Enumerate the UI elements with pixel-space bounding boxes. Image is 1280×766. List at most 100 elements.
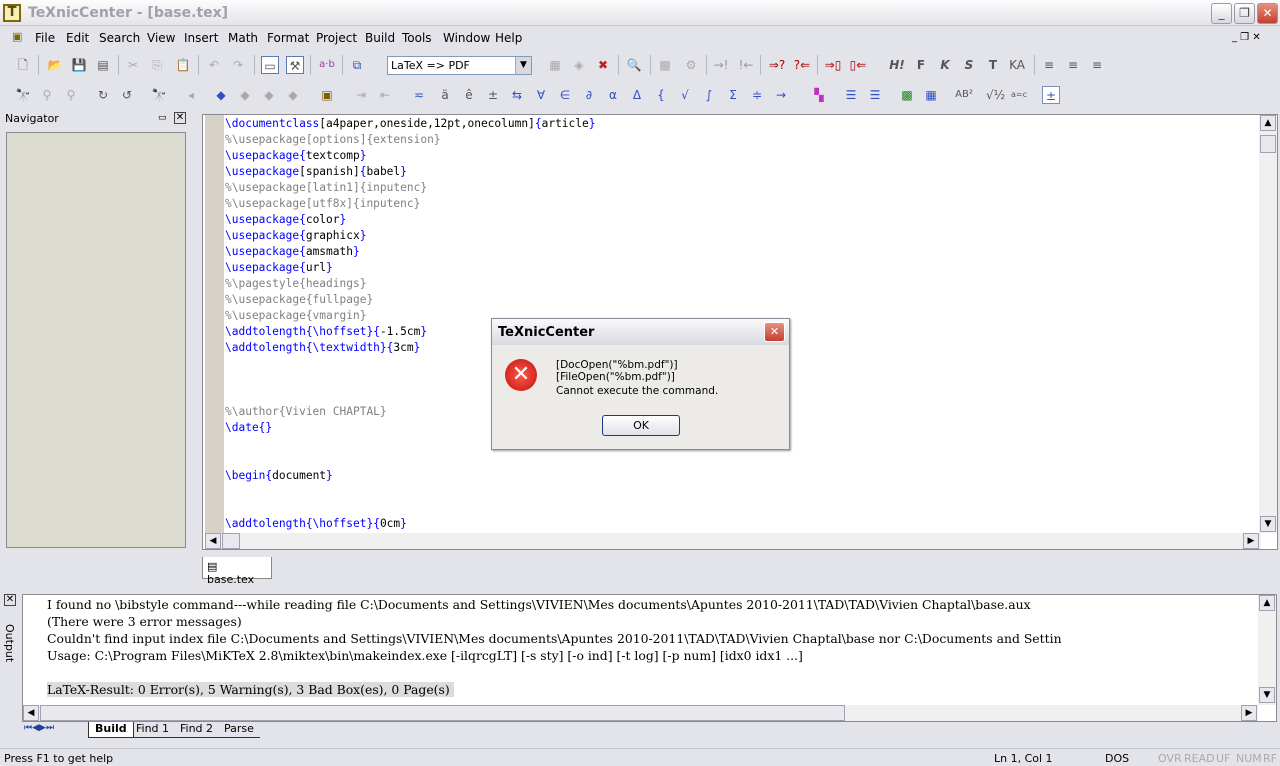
output-horizontal-scrollbar[interactable]: ◀ ▶: [23, 705, 1258, 721]
menu-window[interactable]: Window: [443, 31, 490, 45]
next-error-icon[interactable]: →!: [712, 56, 730, 74]
bookmark-icon[interactable]: ◆: [212, 86, 230, 104]
view-output-icon[interactable]: 🔍: [625, 56, 643, 74]
align-left-icon[interactable]: ≡: [1040, 56, 1058, 74]
indent-icon[interactable]: ⇥: [352, 86, 370, 104]
menu-help[interactable]: Help: [495, 31, 522, 45]
cut-icon[interactable]: ✂: [124, 56, 142, 74]
math-symbols-icon[interactable]: ±: [1042, 86, 1060, 104]
prev-error-icon[interactable]: !←: [737, 56, 755, 74]
sqrt-icon[interactable]: √½: [986, 86, 1005, 104]
tab-find-1[interactable]: Find 1: [130, 722, 176, 738]
next-warning-icon[interactable]: ⇒?: [768, 56, 786, 74]
build-icon[interactable]: ▦: [546, 56, 564, 74]
mdi-controls[interactable]: _ ❐ ✕: [1232, 32, 1261, 43]
ok-button[interactable]: OK: [602, 415, 680, 436]
toggle-navigator-icon[interactable]: ▭: [261, 56, 279, 74]
math-misc-icon[interactable]: ∀: [532, 86, 550, 104]
math-sets-icon[interactable]: ∈: [556, 86, 574, 104]
tab-parse[interactable]: Parse: [218, 722, 260, 738]
math-partial-icon[interactable]: ∂: [580, 86, 598, 104]
equation-icon[interactable]: a=c: [1010, 86, 1028, 104]
tab-base-tex[interactable]: ▤ base.tex: [202, 557, 272, 586]
menu-build[interactable]: Build: [365, 31, 395, 45]
makeindex-icon[interactable]: ⚙: [682, 56, 700, 74]
prev-badbox-icon[interactable]: ▯⇐: [849, 56, 867, 74]
align-center-icon[interactable]: ≡: [1064, 56, 1082, 74]
menu-tools[interactable]: Tools: [402, 31, 432, 45]
horizontal-scrollbar[interactable]: ◀ ▶: [205, 533, 1261, 549]
output-vertical-scrollbar[interactable]: ▲ ▼: [1258, 595, 1276, 705]
navigator-close-icon[interactable]: ✕: [174, 112, 186, 124]
math-greek-icon[interactable]: α: [604, 86, 622, 104]
bullet-list-icon[interactable]: ☰: [842, 86, 860, 104]
vertical-scrollbar[interactable]: ▲ ▼: [1259, 115, 1277, 533]
math-overarrow-icon[interactable]: →: [772, 86, 790, 104]
math-delimiters-icon[interactable]: {: [652, 86, 670, 104]
goto-icon[interactable]: ◂: [182, 86, 200, 104]
math-accent-icon[interactable]: ä: [436, 86, 454, 104]
spell-check-icon[interactable]: a·b: [318, 56, 336, 74]
prev-warning-icon[interactable]: ?⇐: [793, 56, 811, 74]
output-close-icon[interactable]: ✕: [4, 594, 16, 606]
math-relation-icon[interactable]: ≂: [410, 86, 428, 104]
tab-find-2[interactable]: Find 2: [174, 722, 220, 738]
math-integral-icon[interactable]: ∫: [700, 86, 718, 104]
menu-search[interactable]: Search: [99, 31, 140, 45]
next-bookmark-icon[interactable]: ◆: [236, 86, 254, 104]
save-all-icon[interactable]: ▤: [94, 56, 112, 74]
outdent-icon[interactable]: ⇤: [376, 86, 394, 104]
toggle-output-icon[interactable]: ⚒: [286, 56, 304, 74]
menu-view[interactable]: View: [147, 31, 175, 45]
bibtex-icon[interactable]: ▩: [656, 56, 674, 74]
save-icon[interactable]: 💾: [70, 56, 88, 74]
find-project-icon[interactable]: ▣: [318, 86, 336, 104]
format-heading-button[interactable]: H!: [888, 56, 906, 74]
math-root-icon[interactable]: √: [676, 86, 694, 104]
math-binary-icon[interactable]: ±: [484, 86, 502, 104]
output-log[interactable]: I found no \bibstyle command---while rea…: [22, 594, 1277, 722]
math-greek-upper-icon[interactable]: Δ: [628, 86, 646, 104]
math-sum-icon[interactable]: Σ: [724, 86, 742, 104]
align-right-icon[interactable]: ≡: [1088, 56, 1106, 74]
navigator-tree[interactable]: [6, 132, 186, 548]
stop-build-icon[interactable]: ✖: [594, 56, 612, 74]
format-smallcaps-button[interactable]: KA: [1006, 56, 1028, 74]
math-stack-icon[interactable]: ≑: [748, 86, 766, 104]
build-all-icon[interactable]: ◈: [570, 56, 588, 74]
find-icon[interactable]: 🔭: [14, 86, 32, 104]
prev-bookmark-icon[interactable]: ◆: [260, 86, 278, 104]
dialog-close-button[interactable]: ✕: [764, 322, 785, 342]
menu-file[interactable]: File: [35, 31, 55, 45]
copy-icon[interactable]: ⎘: [148, 56, 166, 74]
format-bold-button[interactable]: F: [912, 56, 930, 74]
menu-edit[interactable]: Edit: [66, 31, 89, 45]
close-button[interactable]: ✕: [1257, 3, 1278, 24]
graph-icon[interactable]: ▚: [810, 86, 828, 104]
insert-picture-icon[interactable]: ▩: [898, 86, 916, 104]
menu-format[interactable]: Format: [267, 31, 309, 45]
window-icon[interactable]: ⧉: [348, 56, 366, 74]
open-icon[interactable]: 📂: [46, 56, 64, 74]
paste-icon[interactable]: 📋: [174, 56, 192, 74]
replace-icon[interactable]: ↺: [118, 86, 136, 104]
minimize-button[interactable]: _: [1211, 3, 1232, 24]
navigator-pin-icon[interactable]: ▭: [158, 113, 167, 123]
superscript-icon[interactable]: AB²: [953, 86, 975, 104]
format-italic-button[interactable]: K: [936, 56, 954, 74]
find-bookmark-icon[interactable]: 🔭: [150, 86, 168, 104]
undo-icon[interactable]: ↶: [205, 56, 223, 74]
insert-table-icon[interactable]: ▦: [922, 86, 940, 104]
format-slanted-button[interactable]: S: [960, 56, 978, 74]
find-prev-icon[interactable]: ⚲: [62, 86, 80, 104]
menu-project[interactable]: Project: [316, 31, 357, 45]
find-next-icon[interactable]: ⚲: [38, 86, 56, 104]
numbered-list-icon[interactable]: ☰: [866, 86, 884, 104]
math-arrows-icon[interactable]: ⇆: [508, 86, 526, 104]
math-accents2-icon[interactable]: ê: [460, 86, 478, 104]
clear-bookmarks-icon[interactable]: ◆: [284, 86, 302, 104]
new-file-icon[interactable]: 🗋: [14, 56, 32, 74]
redo-icon[interactable]: ↷: [229, 56, 247, 74]
format-typewriter-button[interactable]: T: [984, 56, 1002, 74]
menu-insert[interactable]: Insert: [184, 31, 218, 45]
